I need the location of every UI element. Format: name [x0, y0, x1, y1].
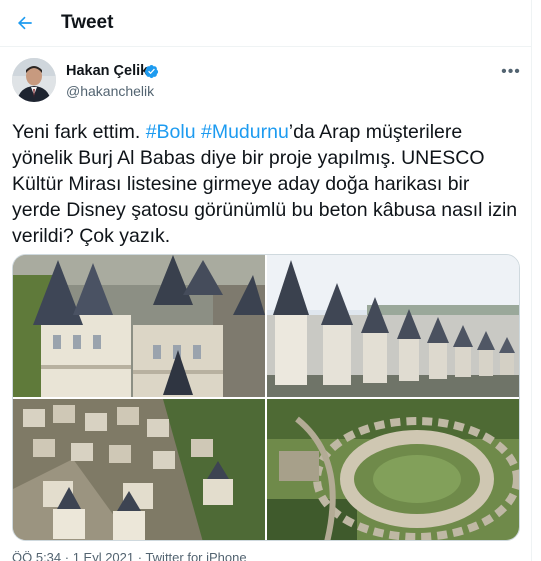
- hashtag-link[interactable]: #Mudurnu: [201, 121, 289, 143]
- page-title: Tweet: [61, 12, 114, 33]
- verified-badge-icon: [144, 64, 159, 79]
- castle-closeup-photo: [13, 255, 265, 397]
- media-image-1[interactable]: [13, 255, 265, 397]
- castle-row-photo: [267, 255, 519, 397]
- tweet-text-segment: Yeni fark ettim.: [12, 121, 146, 143]
- avatar-image: [12, 58, 56, 102]
- aerial-houses-photo: [13, 399, 265, 540]
- tweet-timestamp[interactable]: ÖÖ 5:34 · 1 Eyl 2021 · Twitter for iPhon…: [12, 550, 247, 561]
- media-image-4[interactable]: [267, 399, 519, 540]
- media-image-3[interactable]: [13, 399, 265, 540]
- tweet-detail-page: Tweet Hakan Çelik @hakanchelik ••• Yeni …: [0, 0, 532, 561]
- aerial-overview-photo: [267, 399, 519, 540]
- author-name[interactable]: Hakan Çelik: [66, 63, 148, 79]
- back-button[interactable]: [8, 6, 42, 40]
- hashtag-link[interactable]: #Bolu: [146, 121, 196, 143]
- media-image-2[interactable]: [267, 255, 519, 397]
- more-options-button[interactable]: •••: [497, 60, 525, 84]
- author-handle[interactable]: @hakanchelik: [66, 83, 154, 99]
- tweet-text: Yeni fark ettim. #Bolu #Mudurnu’da Arap …: [12, 119, 522, 249]
- page-header: Tweet: [0, 0, 532, 47]
- media-grid: [12, 254, 520, 541]
- avatar[interactable]: [12, 58, 56, 102]
- back-arrow-icon: [17, 16, 32, 30]
